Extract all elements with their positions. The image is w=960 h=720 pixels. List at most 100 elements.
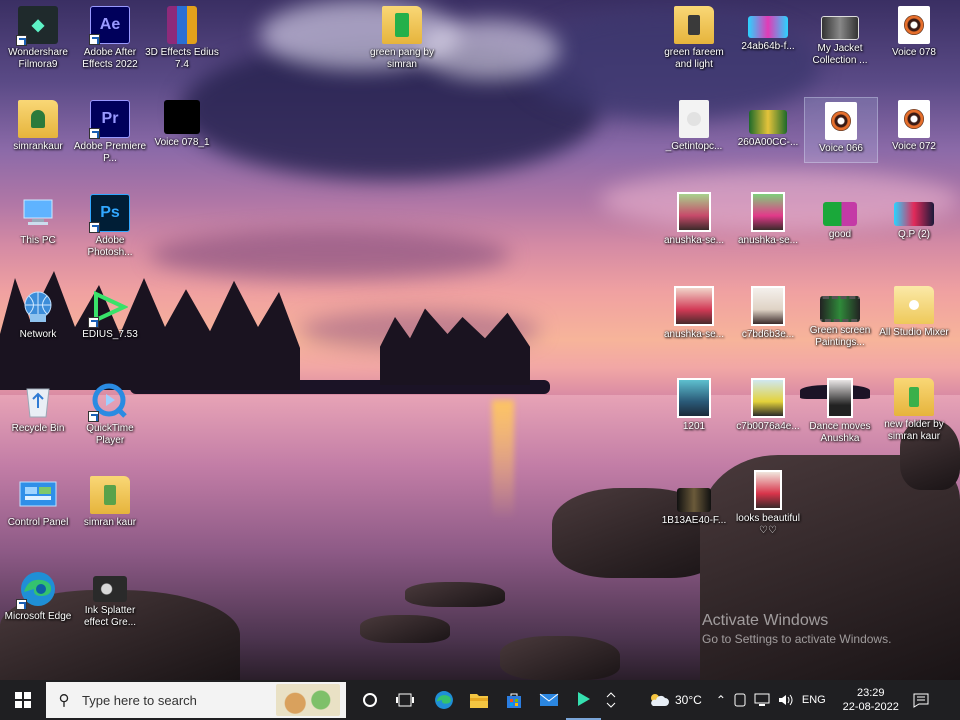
- desktop-icon-anushka-1[interactable]: anushka-se...: [656, 188, 732, 274]
- taskbar-clock[interactable]: 23:29 22-08-2022: [840, 686, 902, 714]
- weather-temperature: 30°C: [675, 693, 702, 707]
- cortana-icon: [362, 693, 377, 707]
- desktop-icon-this-pc[interactable]: This PC: [0, 190, 76, 276]
- desktop-icon-ink-splatter[interactable]: Ink Splatter effect Gre...: [72, 572, 148, 658]
- edge-icon: [434, 691, 453, 709]
- image-file-icon: [821, 16, 859, 40]
- video-file-icon: [677, 488, 711, 512]
- user-folder-icon: [18, 100, 58, 138]
- task-view-button[interactable]: [387, 680, 422, 720]
- desktop-icon-simrankaur[interactable]: simrankaur: [0, 96, 76, 182]
- control-panel-icon: [18, 476, 58, 514]
- search-placeholder: Type here to search: [82, 692, 197, 708]
- desktop-icon-after-effects[interactable]: Ae Adobe After Effects 2022: [72, 2, 148, 88]
- desktop-icon-network[interactable]: Network: [0, 284, 76, 370]
- chevron-up-down-icon: [606, 692, 616, 708]
- photo-icon: [754, 470, 782, 510]
- folder-icon: [674, 6, 714, 44]
- desktop-icon-3d-effects[interactable]: 3D Effects Edius 7.4: [144, 2, 220, 88]
- filmora-icon: ◆: [16, 6, 58, 46]
- desktop-icon-voice-078-1[interactable]: Voice 078_1: [144, 96, 220, 182]
- photo-icon: [677, 378, 711, 418]
- image-file-icon: [748, 16, 788, 38]
- search-icon: ⚲: [58, 692, 70, 709]
- desktop-icon-control-panel[interactable]: Control Panel: [0, 472, 76, 558]
- taskbar-overflow-button[interactable]: [601, 680, 621, 720]
- weather-widget[interactable]: 30°C: [647, 692, 702, 708]
- video-file-icon: [820, 296, 860, 322]
- desktop-icon-green-pang[interactable]: green pang by simran: [364, 2, 440, 88]
- folder-icon: [894, 286, 934, 324]
- desktop-icon-getintopc[interactable]: _Getintopc...: [656, 96, 732, 182]
- image-file-icon: [749, 110, 787, 134]
- filmora-icon: [577, 692, 590, 706]
- taskbar: ⚲ Type here to search 30°C ⌃ ENG 23:29 2…: [0, 680, 960, 720]
- desktop-icon-voice-066[interactable]: Voice 066: [804, 97, 878, 163]
- desktop-icon-simran-kaur[interactable]: simran kaur: [72, 472, 148, 558]
- cortana-button[interactable]: [352, 680, 387, 720]
- taskbar-store[interactable]: [496, 680, 531, 720]
- activate-windows-watermark: Activate Windows Go to Settings to activ…: [702, 612, 891, 646]
- desktop-icon-c7b0076a[interactable]: c7b0076a4e...: [730, 374, 806, 460]
- file-icon: [679, 100, 709, 138]
- tray-overflow-icon[interactable]: ⌃: [716, 693, 726, 707]
- edius-icon: [88, 288, 130, 328]
- taskbar-search-box[interactable]: ⚲ Type here to search: [46, 682, 346, 718]
- taskbar-mail[interactable]: [531, 680, 566, 720]
- desktop-icon-voice-078[interactable]: Voice 078: [876, 2, 952, 88]
- image-file-icon: [93, 576, 127, 602]
- task-view-icon: [395, 693, 414, 707]
- desktop-icon-24ab64b[interactable]: 24ab64b-f...: [730, 2, 806, 88]
- photoshop-icon: Ps: [89, 194, 130, 233]
- folder-icon: [90, 476, 130, 514]
- folder-icon: [382, 6, 422, 44]
- search-highlight-image: [276, 684, 340, 716]
- quicktime-icon: [88, 382, 130, 422]
- desktop-icon-quicktime[interactable]: QuickTime Player: [72, 378, 148, 464]
- taskbar-file-explorer[interactable]: [461, 680, 496, 720]
- desktop-icon-my-jacket[interactable]: My Jacket Collection ...: [802, 2, 878, 88]
- volume-icon[interactable]: [778, 693, 794, 707]
- desktop-icon-1201[interactable]: 1201: [656, 374, 732, 460]
- desktop-icon-photoshop[interactable]: Ps Adobe Photosh...: [72, 190, 148, 276]
- desktop-icon-anushka-3[interactable]: anushka-se...: [656, 282, 732, 368]
- desktop-icon-dance-moves[interactable]: Dance moves Anushka: [802, 374, 878, 460]
- activate-subtitle: Go to Settings to activate Windows.: [702, 632, 892, 646]
- desktop-icon-anushka-2[interactable]: anushka-se...: [730, 188, 806, 274]
- video-file-icon: [164, 100, 200, 134]
- activate-title: Activate Windows: [702, 612, 829, 629]
- image-file-icon: [894, 202, 934, 226]
- desktop-icon-good[interactable]: good: [802, 188, 878, 274]
- desktop-icon-filmora[interactable]: ◆ Wondershare Filmora9: [0, 2, 76, 88]
- desktop-icon-premiere-pro[interactable]: Pr Adobe Premiere P...: [72, 96, 148, 182]
- video-file-icon: [827, 378, 853, 418]
- notifications-button[interactable]: [906, 680, 936, 720]
- desktop-icon-looks-beautiful[interactable]: looks beautiful ♡♡: [730, 466, 806, 552]
- desktop-icon-voice-072[interactable]: Voice 072: [876, 96, 952, 182]
- language-indicator[interactable]: ENG: [802, 694, 826, 706]
- desktop-icon-new-folder-simran[interactable]: new folder by simran kaur: [876, 374, 952, 460]
- network-icon: [18, 288, 58, 326]
- desktop-icon-c7bd6b3e[interactable]: c7bd6b3e...: [730, 282, 806, 368]
- desktop-icon-green-screen-paintings[interactable]: Green screen Paintings...: [802, 282, 878, 368]
- taskbar-edge[interactable]: [426, 680, 461, 720]
- desktop-icon-all-studio-mixer[interactable]: All Studio Mixer: [876, 282, 952, 368]
- desktop-icon-qp-2[interactable]: Q.P (2): [876, 188, 952, 274]
- recycle-bin-icon: [18, 382, 58, 420]
- photo-icon: [674, 286, 714, 326]
- touchpad-icon[interactable]: [734, 693, 746, 707]
- desktop-icon-microsoft-edge[interactable]: Microsoft Edge: [0, 566, 76, 652]
- desktop-icon-260a00cc[interactable]: 260A00CC-...: [730, 96, 806, 182]
- file-explorer-icon: [469, 694, 488, 708]
- desktop-icon-recycle-bin[interactable]: Recycle Bin: [0, 378, 76, 464]
- photo-icon: [751, 286, 785, 326]
- image-file-icon: [823, 202, 857, 226]
- network-tray-icon[interactable]: [754, 693, 770, 707]
- desktop-icon-edius[interactable]: EDIUS_7.53: [72, 284, 148, 370]
- start-button[interactable]: [0, 680, 46, 720]
- desktop-icon-green-fareem[interactable]: green fareem and light: [656, 2, 732, 88]
- photo-icon: [751, 378, 785, 418]
- folder-icon: [894, 378, 934, 416]
- desktop-icon-1b13ae40[interactable]: 1B13AE40-F...: [656, 484, 732, 570]
- taskbar-filmora[interactable]: [566, 680, 601, 720]
